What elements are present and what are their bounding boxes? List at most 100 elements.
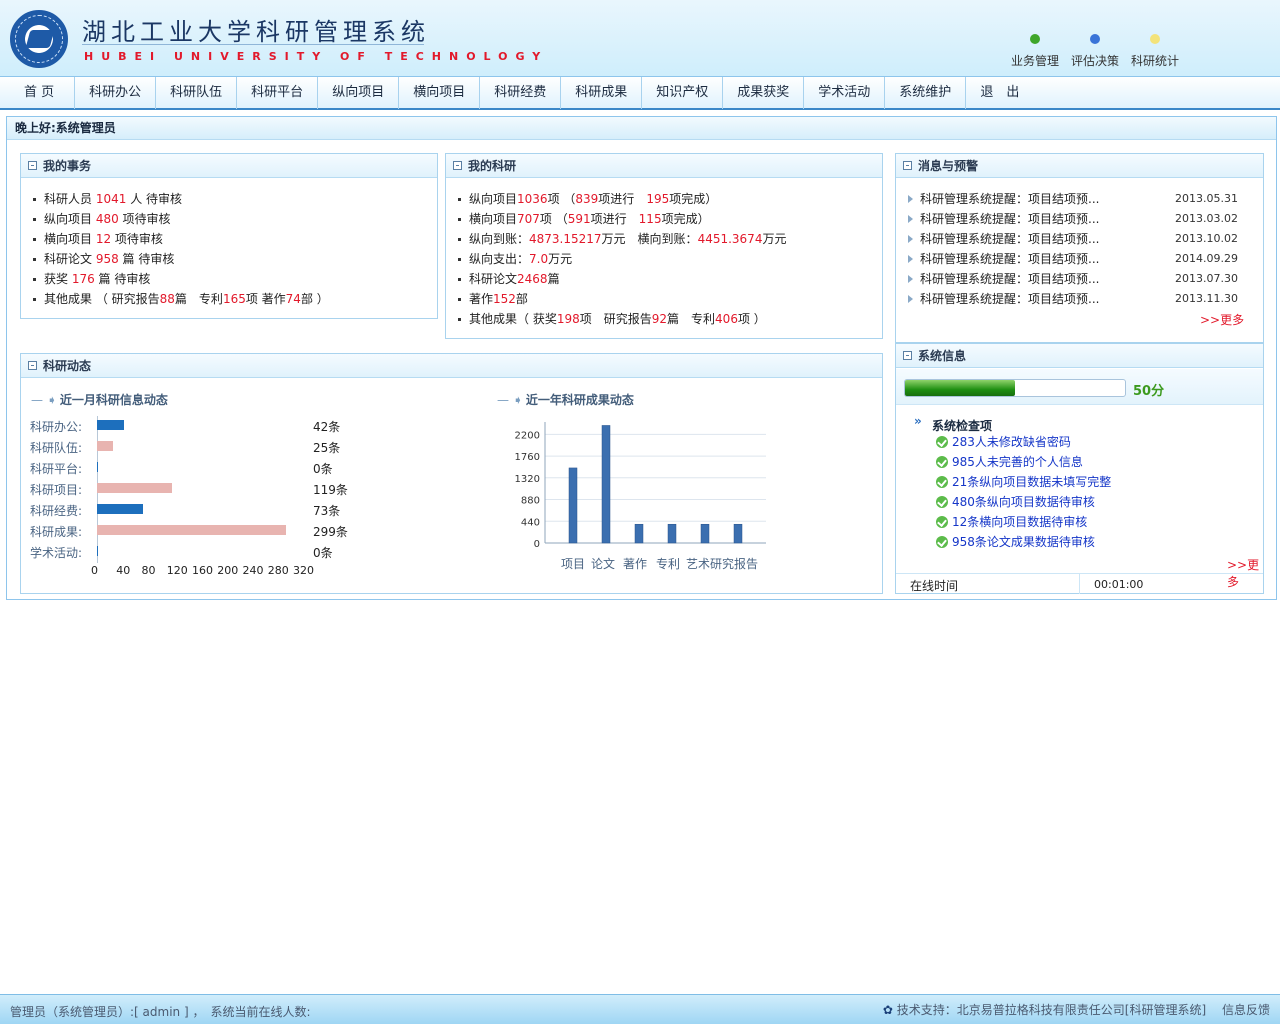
messages-more-link[interactable]: >>更多 [1200,311,1244,328]
panel-title: 我的科研 [468,159,517,173]
text: 著作 [469,292,494,306]
text: 科研论文 [469,272,518,286]
online-time-label: 在线时间 [910,579,959,593]
bar-value-label: 25条 [313,441,341,455]
text: 纵向项目 [469,192,518,206]
message-item[interactable]: 科研管理系统提醒：项目结项预... 2014.09.29 [908,249,1263,269]
list-item[interactable]: 科研论文 958 篇 待审核 [33,249,437,269]
message-text: 科研管理系统提醒：项目结项预... [920,192,1100,206]
nav-item[interactable]: 学术活动 [804,77,886,109]
collapse-icon[interactable] [28,161,37,170]
message-date: 2014.09.29 [1175,252,1238,265]
message-item[interactable]: 科研管理系统提醒：项目结项预... 2013.07.30 [908,269,1263,289]
tick-label: 120 [166,564,188,577]
footer-support[interactable]: 技术支持：北京易普拉格科技有限责任公司[科研管理系统] [897,1003,1206,1017]
nav-item[interactable]: 首 页 [4,77,76,109]
support-icon: ✿ [882,1003,893,1017]
nav-item[interactable]: 知识产权 [642,77,724,109]
text: 科研论文 [44,252,96,266]
check-item[interactable]: 480条纵向项目数据待审核 [936,493,1095,510]
list-item[interactable]: 横向项目707项 （591项进行 115项完成） [458,209,882,229]
nav-item[interactable]: 成果获奖 [723,77,805,109]
list-item[interactable]: 横向项目 12 项待审核 [33,229,437,249]
text: 项 研究报告 [579,312,652,326]
footer: 管理员（系统管理员）:[ admin ] ， 系统当前在线人数: ✿ 技术支持：… [0,994,1280,1024]
text: 篇 专利 [667,312,716,326]
text: 篇 待审核 [118,252,175,266]
check-item[interactable]: 21条纵向项目数据未填写完整 [936,473,1111,490]
university-logo [10,10,68,68]
list-item[interactable]: 科研人员 1041 人 待审核 [33,189,437,209]
text: 项待审核 [111,232,163,246]
nav-item[interactable]: 科研成果 [561,77,643,109]
online-divider [1079,574,1080,594]
list-item[interactable]: 纵向支出：7.0万元 [458,249,882,269]
year-chart-title: — ➧ 近一年科研成果动态 [497,391,634,408]
nav-item[interactable]: 退 出 [966,77,1033,109]
count: 1036 [517,192,548,206]
count: 74 [285,292,301,306]
collapse-icon[interactable] [453,161,462,170]
quick-link[interactable]: 评估决策 [1070,30,1120,69]
nav-item[interactable]: 纵向项目 [318,77,400,109]
collapse-icon[interactable] [28,361,37,370]
quick-link[interactable]: 业务管理 [1010,30,1060,69]
collapse-icon[interactable] [903,161,912,170]
text: 项 ） [737,312,766,326]
online-time-row: 在线时间 00:01:00 [896,573,1263,594]
list-item[interactable]: 科研论文2468篇 [458,269,882,289]
nav-item[interactable]: 科研办公 [75,77,157,109]
count: 406 [715,312,738,326]
message-item[interactable]: 科研管理系统提醒：项目结项预... 2013.03.02 [908,209,1263,229]
message-date: 2013.05.31 [1175,192,1238,205]
online-time-value: 00:01:00 [1094,578,1144,591]
list-item[interactable]: 纵向项目1036项 （839项进行 195项完成） [458,189,882,209]
system-title-en: HUBEI UNIVERSITY OF TECHNOLOGY [84,50,549,63]
text: 项完成） [669,192,718,206]
list-item[interactable]: 纵向到账：4873.15217万元 横向到账：4451.3674万元 [458,229,882,249]
message-item[interactable]: 科研管理系统提醒：项目结项预... 2013.11.30 [908,289,1263,309]
quick-link[interactable]: 科研统计 [1130,30,1180,69]
message-date: 2013.07.30 [1175,272,1238,285]
quick-link-label: 评估决策 [1070,54,1119,68]
bar [97,462,98,472]
list-item[interactable]: 著作152部 [458,289,882,309]
collapse-icon[interactable] [903,351,912,360]
list-item[interactable]: 其他成果（ 获奖198项 研究报告92篇 专利406项 ） [458,309,882,329]
text: 科研人员 [44,192,96,206]
check-item[interactable]: 12条横向项目数据待审核 [936,513,1087,530]
x-tick-label: 研究报告 [710,556,758,571]
nav-item[interactable]: 系统维护 [885,77,967,109]
bar [700,523,710,544]
message-item[interactable]: 科研管理系统提醒：项目结项预... 2013.10.02 [908,229,1263,249]
panel-title: 消息与预警 [918,159,979,173]
bar [97,483,173,493]
message-item[interactable]: 科研管理系统提醒：项目结项预... 2013.05.31 [908,189,1263,209]
text: 篇 专利 [174,292,223,306]
nav-item[interactable]: 科研平台 [237,77,319,109]
category-label: 科研成果: [30,525,83,539]
text: 项进行 [598,192,647,206]
check-item[interactable]: 958条论文成果数据待审核 [936,533,1095,550]
check-item[interactable]: 283人未修改缺省密码 [936,433,1071,450]
text: 纵向项目 [44,212,96,226]
nav-item[interactable]: 科研队伍 [156,77,238,109]
panel-header: 我的科研 [446,154,882,178]
feedback-link[interactable]: 信息反馈 [1222,1003,1270,1017]
count: 2468 [517,272,548,286]
nav-item[interactable]: 横向项目 [399,77,481,109]
check-text: 12条横向项目数据待审核 [952,515,1088,529]
check-item[interactable]: 985人未完善的个人信息 [936,453,1083,470]
nav-item[interactable]: 科研经费 [480,77,562,109]
list-item[interactable]: 其他成果 （ 研究报告88篇 专利165项 著作74部 ） [33,289,437,309]
check-icon [936,536,948,548]
x-tick-label: 艺术 [686,557,710,571]
greeting-bar: 晚上好:系统管理员 [7,117,1276,140]
research-list: 纵向项目1036项 （839项进行 195项完成） 横向项目707项 （591项进… [446,178,882,329]
x-tick-label: 专利 [656,556,680,571]
check-icon [936,476,948,488]
list-item[interactable]: 获奖 176 篇 待审核 [33,269,437,289]
year-chart-title-text: 近一年科研成果动态 [525,393,634,407]
y-tick-label: 0 [534,539,540,550]
list-item[interactable]: 纵向项目 480 项待审核 [33,209,437,229]
